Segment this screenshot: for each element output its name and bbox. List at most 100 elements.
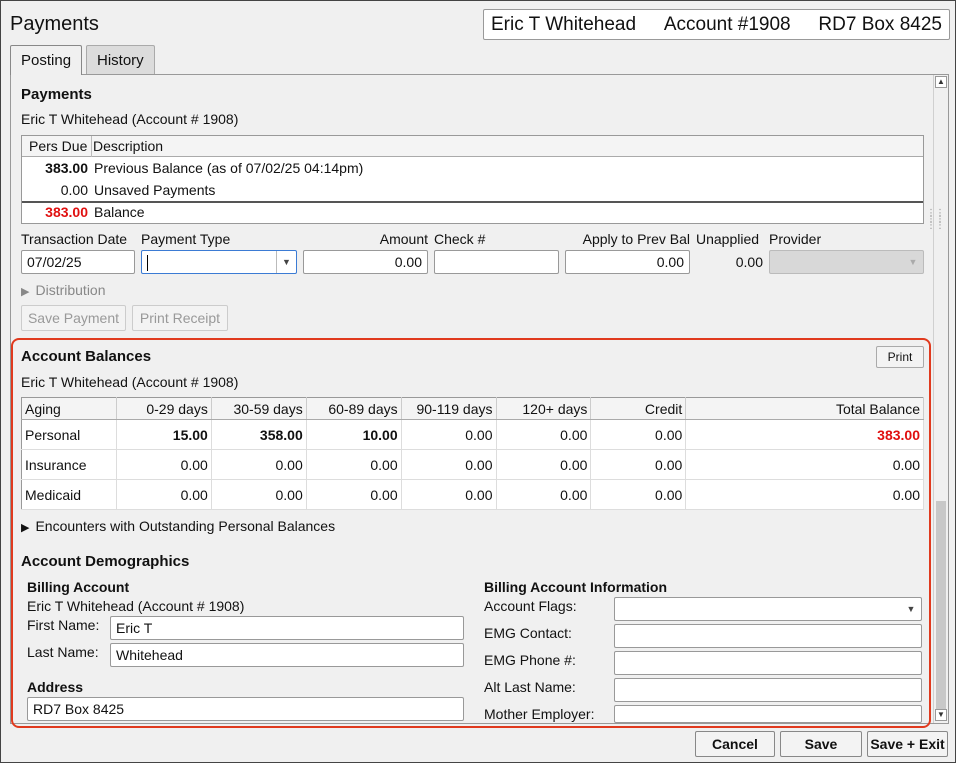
- chevron-down-icon[interactable]: ▼: [901, 598, 921, 620]
- billing-account-name: Eric T Whitehead (Account # 1908): [27, 598, 245, 614]
- print-receipt-button: Print Receipt: [132, 305, 228, 331]
- account-flags-select[interactable]: ▼: [614, 597, 922, 621]
- table-cell: 358.00: [211, 419, 307, 450]
- unapplied-label: Unapplied: [696, 231, 760, 247]
- chevron-down-icon[interactable]: ▼: [276, 251, 296, 273]
- scroll-up-icon[interactable]: ▲: [935, 76, 947, 88]
- save-button[interactable]: Save: [780, 731, 862, 757]
- expand-triangle-icon[interactable]: ▶: [21, 521, 29, 534]
- vertical-scrollbar[interactable]: ▲ ▼: [933, 75, 948, 723]
- column-header: 90-119 days: [401, 397, 497, 420]
- encounters-toggle[interactable]: ▶ Encounters with Outstanding Personal Ba…: [21, 518, 335, 534]
- provider-select: ▼: [769, 250, 924, 274]
- table-cell: 0.00: [590, 419, 687, 450]
- table-cell: 0.00: [211, 449, 307, 480]
- table-cell: Medicaid: [21, 479, 117, 510]
- table-cell: 0.00: [116, 449, 212, 480]
- chevron-down-icon: ▼: [908, 257, 918, 267]
- address-title: Address: [27, 679, 84, 695]
- previous-balance-label: Previous Balance (as of 07/02/25 04:14pm…: [94, 160, 364, 176]
- amount-input[interactable]: 0.00: [303, 250, 428, 274]
- print-balances-button[interactable]: Print: [876, 346, 924, 368]
- tab-history[interactable]: History: [86, 45, 155, 74]
- aging-table: Aging 0-29 days 30-59 days 60-89 days 90…: [21, 397, 924, 510]
- table-cell: 0.00: [401, 479, 497, 510]
- scroll-thumb[interactable]: [936, 501, 946, 709]
- table-cell: 0.00: [685, 479, 924, 510]
- account-balances-title: Account Balances: [21, 348, 152, 365]
- unsaved-payments-amount: 0.00: [60, 182, 88, 198]
- billing-account-title: Billing Account: [27, 579, 130, 595]
- table-cell: 15.00: [116, 419, 212, 450]
- table-cell: 0.00: [306, 449, 402, 480]
- distribution-label: Distribution: [35, 282, 106, 298]
- distribution-toggle: ▶ Distribution: [21, 282, 106, 298]
- table-cell: 0.00: [306, 479, 402, 510]
- emg-phone-input[interactable]: [614, 651, 922, 675]
- transaction-date-input[interactable]: 07/02/25: [21, 250, 135, 274]
- scroll-down-icon[interactable]: ▼: [935, 709, 947, 721]
- first-name-label: First Name:: [27, 617, 100, 633]
- previous-balance-amount: 383.00: [45, 160, 88, 176]
- patient-address: RD7 Box 8425: [818, 13, 942, 35]
- table-cell: 0.00: [496, 419, 592, 450]
- table-cell: 0.00: [685, 449, 924, 480]
- text-cursor: [147, 255, 148, 272]
- apply-prev-bal-label: Apply to Prev Bal: [582, 231, 690, 247]
- column-header: Total Balance: [685, 397, 924, 420]
- table-cell: Insurance: [21, 449, 117, 480]
- pers-due-header: Pers Due: [29, 138, 88, 154]
- table-row[interactable]: Medicaid 0.00 0.00 0.00 0.00 0.00 0.00 0…: [21, 479, 924, 510]
- summary-header-divider: [91, 136, 92, 157]
- table-cell: 0.00: [401, 419, 497, 450]
- emg-contact-label: EMG Contact:: [484, 625, 572, 641]
- provider-label: Provider: [769, 231, 822, 247]
- account-number: Account #1908: [663, 13, 791, 35]
- account-demographics-title: Account Demographics: [21, 553, 190, 570]
- check-number-label: Check #: [434, 231, 486, 247]
- emg-phone-label: EMG Phone #:: [484, 652, 576, 668]
- table-row[interactable]: Insurance 0.00 0.00 0.00 0.00 0.00 0.00 …: [21, 449, 924, 480]
- window-title: Payments: [10, 13, 99, 35]
- table-cell: 0.00: [211, 479, 307, 510]
- transaction-date-label: Transaction Date: [21, 231, 128, 247]
- expand-triangle-icon: ▶: [21, 286, 30, 298]
- table-cell: 0.00: [590, 449, 687, 480]
- tab-posting[interactable]: Posting: [10, 45, 83, 75]
- save-exit-button[interactable]: Save + Exit: [867, 731, 948, 757]
- payments-subtitle: Eric T Whitehead (Account # 1908): [21, 111, 239, 127]
- table-cell: Personal: [21, 419, 117, 450]
- save-payment-button: Save Payment: [21, 305, 126, 331]
- unsaved-payments-label: Unsaved Payments: [94, 182, 216, 198]
- payments-window: Payments Eric T Whitehead Account #1908 …: [0, 0, 956, 763]
- balance-amount: 383.00: [45, 204, 88, 220]
- column-header: 0-29 days: [116, 397, 212, 420]
- encounters-label: Encounters with Outstanding Personal Bal…: [35, 518, 336, 534]
- first-name-input[interactable]: Eric T: [110, 616, 464, 640]
- table-cell: 10.00: [306, 419, 402, 450]
- mother-employer-label: Mother Employer:: [484, 706, 595, 722]
- column-header: 120+ days: [496, 397, 592, 420]
- amount-label: Amount: [379, 231, 428, 247]
- check-number-input[interactable]: [434, 250, 559, 274]
- table-cell: 0.00: [496, 479, 592, 510]
- last-name-input[interactable]: Whitehead: [110, 643, 464, 667]
- cancel-button[interactable]: Cancel: [695, 731, 775, 757]
- table-cell: 0.00: [116, 479, 212, 510]
- column-header: Credit: [590, 397, 687, 420]
- mother-employer-input[interactable]: [614, 705, 922, 723]
- emg-contact-input[interactable]: [614, 624, 922, 648]
- description-header: Description: [93, 138, 164, 154]
- resize-grip-icon[interactable]: ⋮⋮ ⋮⋮ ⋮⋮: [926, 209, 945, 231]
- aging-header-row: Aging 0-29 days 30-59 days 60-89 days 90…: [21, 397, 924, 420]
- address-input[interactable]: RD7 Box 8425: [27, 697, 464, 721]
- last-name-label: Last Name:: [27, 644, 99, 660]
- column-header: Aging: [21, 397, 117, 420]
- table-row[interactable]: Personal 15.00 358.00 10.00 0.00 0.00 0.…: [21, 419, 924, 450]
- payment-type-select[interactable]: ▼: [141, 250, 297, 274]
- alt-last-name-input[interactable]: [614, 678, 922, 702]
- payment-summary-grid: Pers Due Description 383.00 Previous Bal…: [21, 135, 924, 224]
- apply-prev-bal-input[interactable]: 0.00: [565, 250, 690, 274]
- table-cell: 0.00: [401, 449, 497, 480]
- column-header: 60-89 days: [306, 397, 402, 420]
